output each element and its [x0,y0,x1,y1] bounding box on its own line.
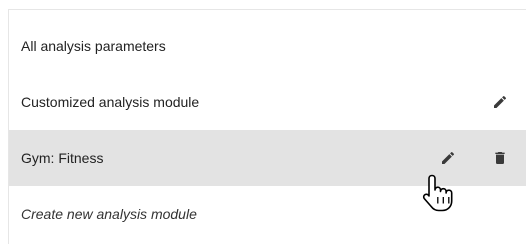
menu-item-label: Gym: Fitness [21,150,104,166]
pencil-icon[interactable] [489,91,511,113]
menu-item-all-analysis-parameters[interactable]: All analysis parameters [9,18,526,74]
menu-item-label: All analysis parameters [21,38,166,54]
trash-icon[interactable] [489,147,511,169]
pencil-icon[interactable] [437,147,459,169]
menu-item-label: Customized analysis module [21,94,200,110]
menu-item-customized-analysis-module[interactable]: Customized analysis module [9,74,526,130]
menu-item-label: Create new analysis module [21,206,197,222]
hand-pointer-icon [421,173,455,213]
